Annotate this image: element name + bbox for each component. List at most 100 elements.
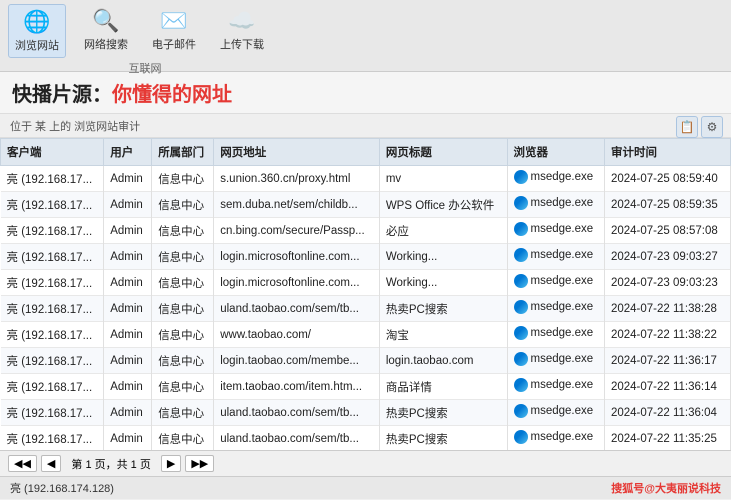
cell-client: 亮 (192.168.17... (1, 270, 104, 296)
upload-download-icon: ☁️ (228, 8, 255, 34)
browser-cell-content: msedge.exe (514, 300, 594, 314)
edge-browser-icon (514, 222, 528, 236)
cell-title: 热卖PC搜索 (379, 400, 507, 426)
toolbar-item-upload-download[interactable]: ☁️ 上传下载 (214, 4, 270, 58)
browser-name: msedge.exe (531, 353, 594, 365)
toolbar-group-items: 🌐 浏览网站 🔍 网络搜索 ✉️ 电子邮件 ☁️ 上传下载 (8, 4, 282, 58)
col-time: 审计时间 (604, 139, 730, 166)
cell-dept: 信息中心 (152, 244, 214, 270)
browser-cell-content: msedge.exe (514, 430, 594, 444)
toolbar-item-browse-website[interactable]: 🌐 浏览网站 (8, 4, 66, 58)
cell-dept: 信息中心 (152, 296, 214, 322)
table-row[interactable]: 亮 (192.168.17...Admin信息中心sem.duba.net/se… (1, 192, 731, 218)
cell-user: Admin (104, 400, 152, 426)
cell-url: login.taobao.com/membe... (214, 348, 380, 374)
table-row[interactable]: 亮 (192.168.17...Admin信息中心login.microsoft… (1, 244, 731, 270)
cell-client: 亮 (192.168.17... (1, 348, 104, 374)
table-body: 亮 (192.168.17...Admin信息中心s.union.360.cn/… (1, 166, 731, 451)
cell-url: uland.taobao.com/sem/tb... (214, 296, 380, 322)
cell-time: 2024-07-23 09:03:23 (604, 270, 730, 296)
table-row[interactable]: 亮 (192.168.17...Admin信息中心item.taobao.com… (1, 374, 731, 400)
cell-client: 亮 (192.168.17... (1, 218, 104, 244)
table-row[interactable]: 亮 (192.168.17...Admin信息中心www.taobao.com/… (1, 322, 731, 348)
cell-client: 亮 (192.168.17... (1, 244, 104, 270)
table-row[interactable]: 亮 (192.168.17...Admin信息中心uland.taobao.co… (1, 400, 731, 426)
cell-user: Admin (104, 322, 152, 348)
cell-time: 2024-07-22 11:38:28 (604, 296, 730, 322)
cell-time: 2024-07-22 11:35:25 (604, 426, 730, 451)
cell-dept: 信息中心 (152, 322, 214, 348)
pagination-last[interactable]: ▶▶ (185, 455, 214, 472)
browser-cell-content: msedge.exe (514, 196, 594, 210)
browser-cell-content: msedge.exe (514, 404, 594, 418)
cell-url: uland.taobao.com/sem/tb... (214, 400, 380, 426)
cell-time: 2024-07-25 08:59:40 (604, 166, 730, 192)
cell-client: 亮 (192.168.17... (1, 322, 104, 348)
edge-browser-icon (514, 170, 528, 184)
browser-name: msedge.exe (531, 405, 594, 417)
cell-client: 亮 (192.168.17... (1, 166, 104, 192)
cell-time: 2024-07-22 11:36:14 (604, 374, 730, 400)
browser-cell-content: msedge.exe (514, 352, 594, 366)
browser-name: msedge.exe (531, 431, 594, 443)
pagination-first[interactable]: ◀◀ (8, 455, 37, 472)
control-btn-1[interactable]: 📋 (676, 116, 698, 138)
col-url: 网页地址 (214, 139, 380, 166)
edge-browser-icon (514, 274, 528, 288)
table-row[interactable]: 亮 (192.168.17...Admin信息中心uland.taobao.co… (1, 426, 731, 451)
browser-name: msedge.exe (531, 301, 594, 313)
pagination-prev[interactable]: ◀ (41, 455, 61, 472)
cell-title: 淘宝 (379, 322, 507, 348)
cell-title: WPS Office 办公软件 (379, 192, 507, 218)
cell-title: login.taobao.com (379, 348, 507, 374)
control-btn-2[interactable]: ⚙ (701, 116, 723, 138)
edge-browser-icon (514, 326, 528, 340)
cell-dept: 信息中心 (152, 400, 214, 426)
table-row[interactable]: 亮 (192.168.17...Admin信息中心login.taobao.co… (1, 348, 731, 374)
cell-title: mv (379, 166, 507, 192)
pagination-next[interactable]: ▶ (161, 455, 181, 472)
page-title: 快播片源：你懂得的网址 (12, 78, 232, 107)
toolbar-item-web-search[interactable]: 🔍 网络搜索 (78, 4, 134, 58)
cell-time: 2024-07-22 11:36:04 (604, 400, 730, 426)
cell-dept: 信息中心 (152, 192, 214, 218)
browser-cell-content: msedge.exe (514, 222, 594, 236)
edge-browser-icon (514, 404, 528, 418)
table-row[interactable]: 亮 (192.168.17...Admin信息中心s.union.360.cn/… (1, 166, 731, 192)
cell-dept: 信息中心 (152, 270, 214, 296)
cell-browser: msedge.exe (507, 374, 604, 400)
table-header-row: 客户端 用户 所属部门 网页地址 网页标题 浏览器 审计时间 (1, 139, 731, 166)
cell-url: login.microsoftonline.com... (214, 270, 380, 296)
cell-user: Admin (104, 218, 152, 244)
cell-time: 2024-07-25 08:57:08 (604, 218, 730, 244)
email-icon: ✉️ (160, 8, 187, 34)
table-row[interactable]: 亮 (192.168.17...Admin信息中心uland.taobao.co… (1, 296, 731, 322)
col-browser: 浏览器 (507, 139, 604, 166)
cell-title: 热卖PC搜索 (379, 426, 507, 451)
cell-user: Admin (104, 296, 152, 322)
cell-browser: msedge.exe (507, 322, 604, 348)
watermark: 搜狐号@大夷丽说科技 (611, 480, 721, 496)
table-row[interactable]: 亮 (192.168.17...Admin信息中心cn.bing.com/sec… (1, 218, 731, 244)
toolbar-item-email[interactable]: ✉️ 电子邮件 (146, 4, 202, 58)
cell-dept: 信息中心 (152, 426, 214, 451)
cell-title: 商品详情 (379, 374, 507, 400)
browser-name: msedge.exe (531, 327, 594, 339)
browser-name: msedge.exe (531, 223, 594, 235)
table-row[interactable]: 亮 (192.168.17...Admin信息中心login.microsoft… (1, 270, 731, 296)
col-dept: 所属部门 (152, 139, 214, 166)
edge-browser-icon (514, 430, 528, 444)
cell-time: 2024-07-25 08:59:35 (604, 192, 730, 218)
cell-url: sem.duba.net/sem/childb... (214, 192, 380, 218)
browser-name: msedge.exe (531, 197, 594, 209)
edge-browser-icon (514, 300, 528, 314)
cell-title: Working... (379, 270, 507, 296)
breadcrumb: 位于 某 上的 浏览网站审计 (10, 118, 140, 134)
cell-user: Admin (104, 270, 152, 296)
toolbar-item-email-label: 电子邮件 (152, 36, 196, 52)
top-controls: 📋 ⚙ (676, 116, 723, 138)
cell-time: 2024-07-23 09:03:27 (604, 244, 730, 270)
cell-user: Admin (104, 374, 152, 400)
browser-name: msedge.exe (531, 379, 594, 391)
edge-browser-icon (514, 248, 528, 262)
